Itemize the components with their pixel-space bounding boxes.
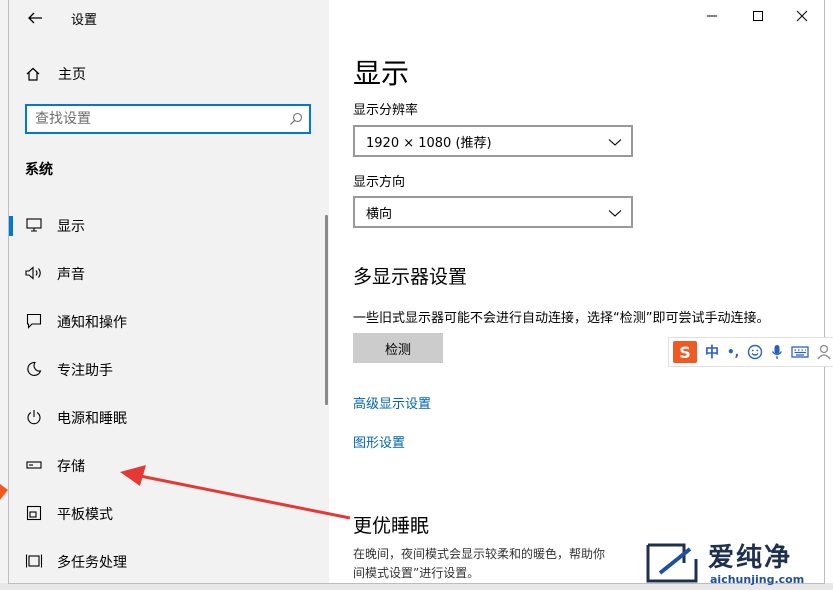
desktop-icon-fragment (0, 480, 8, 504)
multitask-icon (25, 552, 43, 570)
speaker-icon (25, 264, 43, 282)
sidebar-item-label: 声音 (57, 267, 85, 283)
search-input[interactable] (27, 110, 277, 128)
sidebar-item-label: 显示 (57, 219, 85, 235)
watermark-url: aichunjing.com (710, 573, 805, 586)
better-sleep-heading: 更优睡眠 (353, 515, 430, 537)
sidebar-item-label: 专注助手 (57, 363, 113, 379)
chevron-down-icon (608, 210, 622, 217)
orientation-value: 横向 (366, 206, 393, 222)
sidebar-scrollbar[interactable] (325, 215, 328, 405)
sidebar-item-notifications[interactable]: 通知和操作 (9, 302, 325, 342)
section-header-system: 系统 (25, 162, 53, 178)
tablet-icon (25, 504, 43, 522)
emoji-icon[interactable] (747, 344, 763, 360)
sidebar-item-storage[interactable]: 存储 (9, 446, 325, 486)
search-icon[interactable] (289, 112, 303, 126)
site-watermark: 爱纯净 aichunjing.com (640, 535, 833, 590)
power-icon (25, 408, 43, 426)
ime-language-toggle[interactable]: 中 (705, 342, 719, 362)
resolution-dropdown[interactable]: 1920 × 1080 (推荐) (353, 125, 633, 157)
window-title: 设置 (71, 13, 98, 28)
advanced-display-settings-link[interactable]: 高级显示设置 (353, 393, 431, 412)
graphics-settings-link[interactable]: 图形设置 (353, 432, 405, 451)
home-link[interactable]: 主页 (25, 62, 86, 86)
multi-display-description: 一些旧式显示器可能不会进行自动连接，选择“检测”即可尝试手动连接。 (353, 311, 770, 326)
selection-indicator (9, 216, 13, 236)
chevron-down-icon (608, 139, 622, 146)
page-title: 显示 (353, 57, 410, 90)
title-bar: 设置 (9, 0, 329, 36)
sidebar-item-label: 多任务处理 (57, 555, 127, 571)
sidebar-item-label: 存储 (57, 459, 85, 475)
moon-icon (25, 360, 43, 378)
orientation-label: 显示方向 (353, 175, 406, 190)
watermark-text: 爱纯净 (708, 543, 793, 573)
detect-button[interactable]: 检测 (353, 333, 443, 363)
watermark-logo-icon (646, 543, 698, 582)
sidebar-item-label: 电源和睡眠 (57, 411, 127, 427)
ime-punctuation-toggle[interactable]: •, (727, 345, 739, 359)
monitor-icon (25, 216, 43, 234)
settings-window: 设置 主页 系统 显示 声音 (8, 0, 825, 584)
sidebar: 设置 主页 系统 显示 声音 (9, 0, 329, 583)
mic-icon[interactable] (771, 344, 783, 360)
search-box[interactable] (25, 104, 311, 134)
orientation-dropdown[interactable]: 横向 (353, 196, 633, 228)
back-button[interactable] (23, 6, 47, 30)
main-content: 显示 显示分辨率 1920 × 1080 (推荐) 显示方向 横向 多显示器设置… (353, 0, 823, 583)
user-icon[interactable] (817, 344, 831, 360)
sidebar-item-display[interactable]: 显示 (9, 206, 325, 246)
sidebar-item-sound[interactable]: 声音 (9, 254, 325, 294)
keyboard-icon[interactable] (791, 345, 809, 359)
sidebar-item-label: 通知和操作 (57, 315, 127, 331)
home-label: 主页 (58, 67, 86, 83)
notification-icon (25, 312, 43, 330)
sogou-logo-icon[interactable]: S (673, 341, 697, 363)
back-arrow-icon (28, 12, 42, 24)
multi-display-heading: 多显示器设置 (353, 266, 468, 288)
better-sleep-description-line1: 在晚间，夜间模式会显示较柔和的暖色，帮助你 (353, 547, 606, 561)
storage-icon (25, 456, 43, 474)
resolution-value: 1920 × 1080 (推荐) (366, 135, 492, 151)
sidebar-item-tablet-mode[interactable]: 平板模式 (9, 494, 325, 534)
better-sleep-description-line2: 间模式设置”进行设置。 (353, 566, 480, 580)
home-icon (26, 67, 40, 81)
resolution-label: 显示分辨率 (353, 103, 419, 118)
sidebar-item-multitasking[interactable]: 多任务处理 (9, 542, 325, 582)
ime-toolbar: S 中 •, (668, 337, 833, 367)
sidebar-item-label: 平板模式 (57, 507, 113, 523)
sidebar-item-power-sleep[interactable]: 电源和睡眠 (9, 398, 325, 438)
sidebar-item-focus-assist[interactable]: 专注助手 (9, 350, 325, 390)
